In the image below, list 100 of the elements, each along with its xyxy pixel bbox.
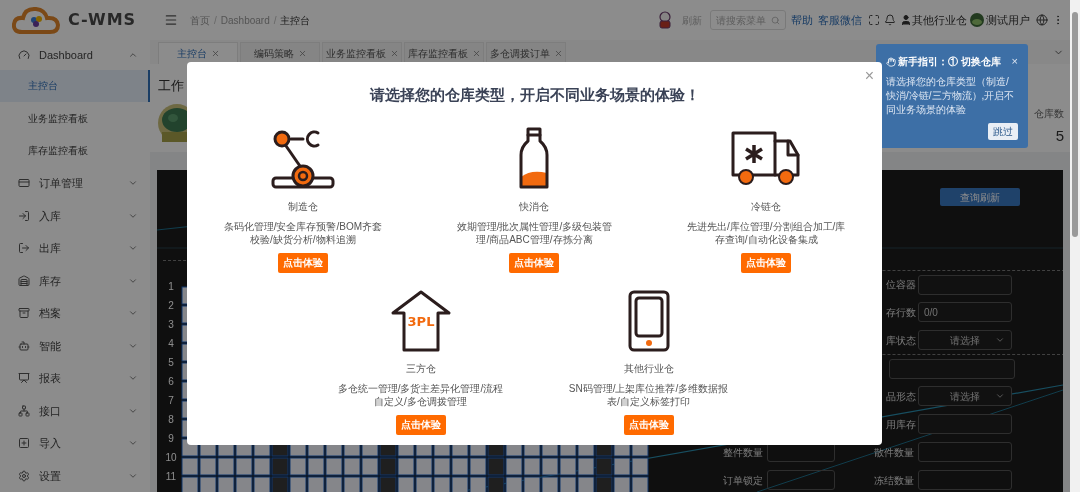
close-icon[interactable]	[553, 49, 563, 58]
skip-button[interactable]: 跳过	[988, 123, 1018, 140]
input-field[interactable]	[918, 274, 1012, 295]
close-icon[interactable]	[389, 49, 399, 58]
robot-arm-icon	[269, 128, 336, 191]
sidebar-subitem[interactable]: 业务监控看板	[0, 102, 150, 135]
plus-square-icon	[18, 437, 30, 450]
hand-icon	[886, 56, 896, 67]
option-description: 多仓统一管理/多货主差异化管理/流程自定义/多仓调拨管理	[336, 381, 505, 408]
close-icon[interactable]	[210, 49, 220, 58]
sidebar-subitem[interactable]: 库存监控看板	[0, 134, 150, 168]
row-number: 4	[167, 337, 175, 351]
close-icon[interactable]	[471, 49, 481, 58]
select-field[interactable]: 请选择	[918, 386, 1012, 406]
row-number: 9	[167, 432, 175, 446]
row-number: 7	[167, 394, 175, 408]
try-button[interactable]: 点击体验	[741, 252, 792, 273]
sidebar-item[interactable]: 导入	[0, 427, 150, 460]
option-description: 效期管理/批次属性管理/多级包装管理/商品ABC管理/存拣分离	[455, 219, 614, 246]
input-field[interactable]	[918, 442, 1012, 462]
tablet-icon	[626, 288, 671, 353]
board-icon	[18, 372, 30, 385]
header-link[interactable]: 帮助	[791, 11, 813, 29]
close-icon[interactable]	[297, 49, 307, 58]
query-refresh-button[interactable]: 查询刷新	[940, 188, 1020, 206]
option-description: SN码管理/上架库位推荐/多维数据报表/自定义标签打印	[567, 381, 730, 408]
field-label: 存行数	[886, 305, 916, 320]
settings-icon	[18, 469, 30, 482]
tab[interactable]: 业务监控看板	[322, 42, 402, 64]
input-field[interactable]	[918, 414, 1012, 434]
option-description: 条码化管理/安全库存预警/BOM齐套校验/缺货分析/物料追溯	[222, 219, 383, 246]
input-field[interactable]	[767, 470, 835, 490]
user-name[interactable]: 测试用户	[986, 11, 1030, 29]
select-field[interactable]: 请选择	[918, 330, 1012, 350]
row-number: 5	[167, 356, 175, 370]
tab[interactable]: 主控台	[158, 42, 238, 64]
row-number: 10	[164, 451, 178, 465]
sidebar-item[interactable]: 档案	[0, 297, 150, 330]
menu-icon[interactable]	[164, 13, 178, 27]
globe-icon[interactable]	[1036, 14, 1048, 26]
row-number: 1	[167, 280, 175, 294]
logo-text: C-WMS	[68, 9, 137, 31]
stat-label: 仓库数	[1034, 107, 1064, 121]
guide-title: 新手指引：① 切换仓库	[898, 55, 1001, 69]
close-button[interactable]: ×	[864, 68, 874, 84]
avatar[interactable]	[970, 13, 984, 27]
search-icon	[771, 15, 780, 25]
row-number: 3	[167, 318, 175, 332]
field-label: 用库存	[886, 417, 916, 432]
tab[interactable]: 库存监控看板	[404, 42, 484, 64]
caret-icon	[995, 391, 1005, 401]
input-field[interactable]	[918, 470, 1012, 490]
option-name: 制造仓	[287, 199, 318, 214]
row-number: 11	[164, 470, 178, 484]
option-name: 冷链仓	[751, 199, 782, 214]
header-link[interactable]: 客服微信	[818, 11, 862, 29]
guide-text: 请选择您的仓库类型（制造/快消/冷链/三方物流）,开启不同业务场景的体验	[886, 75, 1016, 117]
field-label: 位容器	[886, 278, 916, 292]
network-icon	[18, 404, 30, 417]
cloud-logo-icon	[12, 6, 60, 34]
breadcrumb-separator: /	[273, 13, 277, 28]
input-field[interactable]: 0/0	[918, 302, 1012, 322]
field-label: 库状态	[886, 333, 916, 348]
enter-icon	[18, 209, 30, 222]
fullscreen-icon[interactable]	[868, 14, 880, 26]
dialog-title: 请选择您的仓库类型，开启不同业务场景的体验！	[369, 85, 700, 105]
field-label: 散件数量	[874, 445, 914, 460]
tab[interactable]: 多仓调拨订单	[486, 42, 566, 64]
try-button[interactable]: 点击体验	[277, 252, 328, 273]
sidebar-item[interactable]: 库存	[0, 264, 150, 298]
sidebar-item[interactable]: 入库	[0, 199, 150, 233]
sidebar-item[interactable]: 订单管理	[0, 167, 150, 200]
breadcrumb-item: 主控台	[280, 13, 311, 28]
bottle-icon	[517, 126, 552, 191]
sidebar-item[interactable]: 出库	[0, 232, 150, 265]
tab[interactable]: 编码策略	[240, 42, 320, 64]
try-button[interactable]: 点击体验	[623, 414, 674, 435]
row-number: 2	[167, 299, 175, 313]
bell-icon[interactable]	[884, 14, 896, 26]
sidebar-subitem[interactable]: 主控台	[0, 69, 150, 103]
close-button[interactable]: ×	[1011, 56, 1018, 67]
option-name: 快消仓	[519, 199, 550, 214]
warehouse-icon	[18, 274, 30, 287]
input-field[interactable]	[889, 358, 1015, 379]
option-name: 三方仓	[405, 361, 436, 376]
field-label: 品形态	[886, 389, 916, 404]
breadcrumb-separator: /	[214, 13, 217, 28]
sidebar-item[interactable]: 设置	[0, 459, 150, 492]
mascot-icon[interactable]	[656, 11, 674, 29]
sidebar-item[interactable]: 接口	[0, 394, 150, 428]
page-title: 工作	[158, 77, 185, 95]
field-label: 冻结数量	[874, 473, 914, 488]
scrollbar[interactable]	[1070, 0, 1080, 492]
current-warehouse: 其他行业仓	[912, 12, 967, 28]
try-button[interactable]: 点击体验	[395, 414, 446, 435]
try-button[interactable]: 点击体验	[509, 252, 560, 273]
sidebar-item[interactable]: 报表	[0, 362, 150, 395]
option-name: 其他行业仓	[623, 361, 674, 376]
sidebar-item[interactable]: 智能	[0, 329, 150, 363]
sidebar-item[interactable]: Dashboard	[0, 40, 150, 70]
